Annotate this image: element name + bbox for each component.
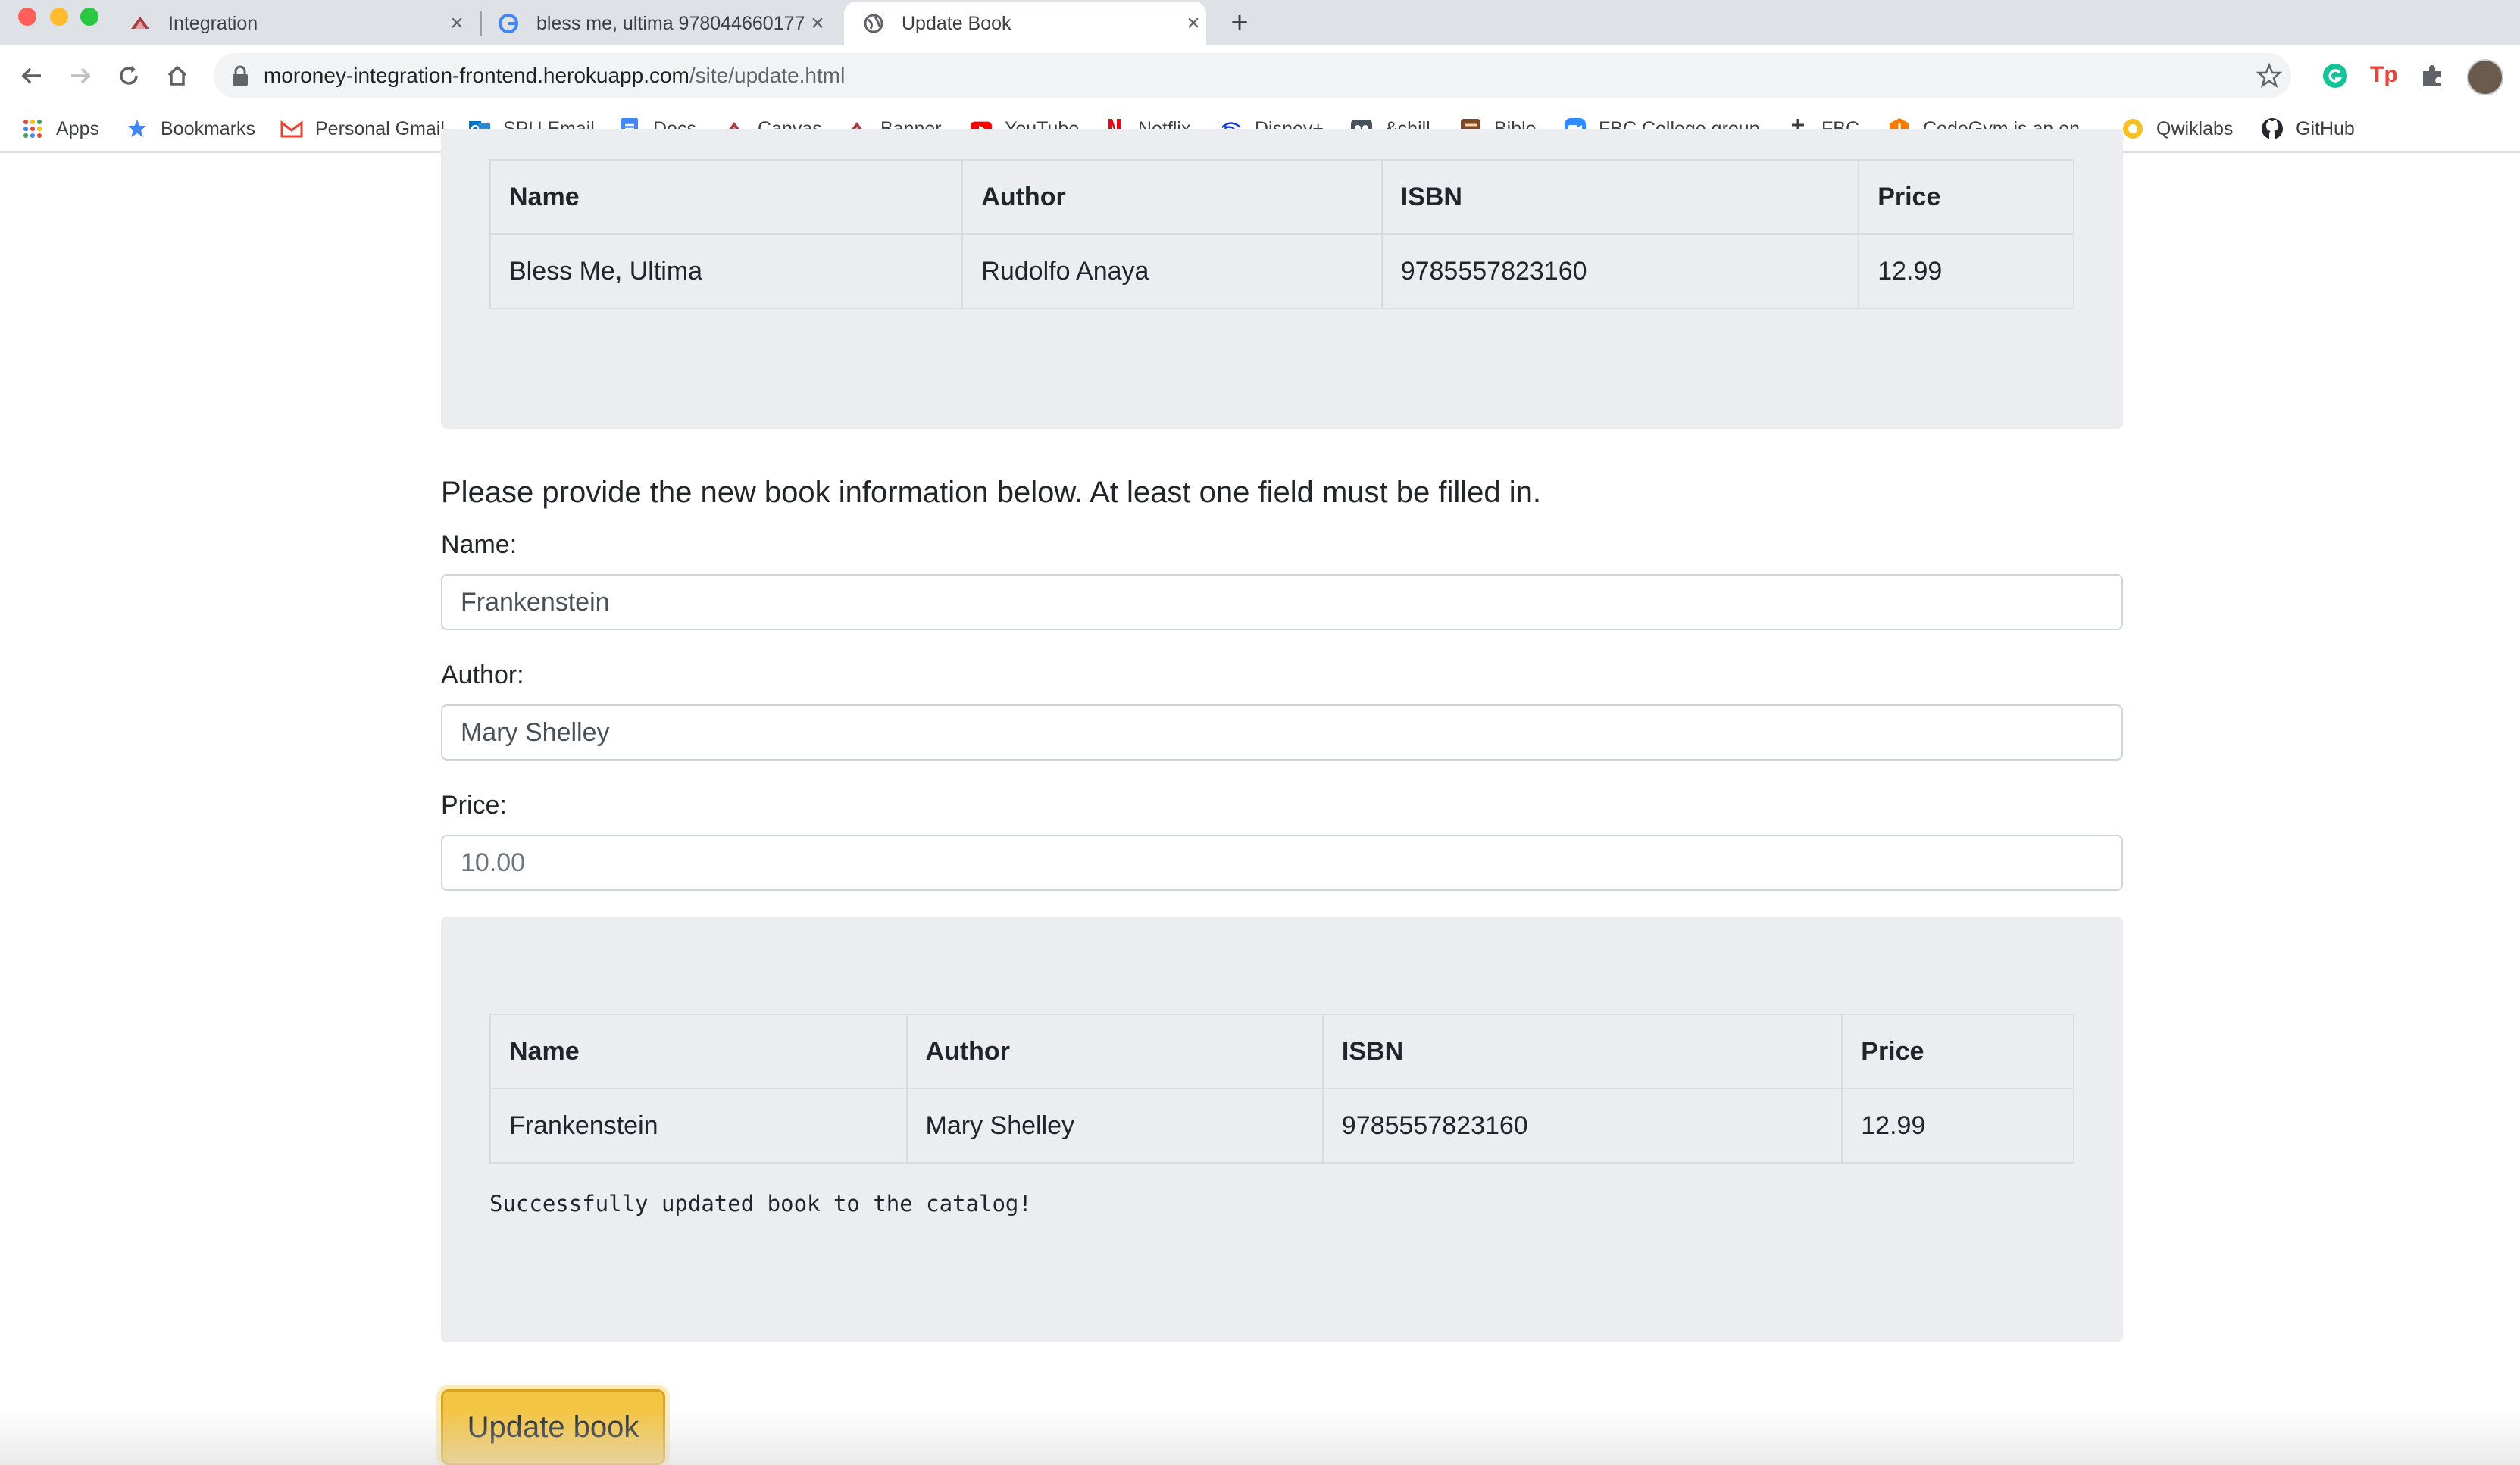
forward-arrow-icon[interactable]: [64, 59, 97, 92]
cell-isbn: 9785557823160: [1380, 233, 1860, 309]
address-bar[interactable]: moroney-integration-frontend.herokuapp.c…: [214, 53, 2291, 98]
column-header-author: Author: [961, 159, 1383, 235]
column-header-price: Price: [1841, 1014, 2074, 1089]
lock-icon[interactable]: [230, 64, 253, 87]
tab-title: Integration: [168, 12, 258, 34]
tab-divider: [480, 11, 482, 36]
github-icon: [2261, 117, 2284, 140]
column-header-name: Name: [489, 159, 964, 235]
bookmark-qwiklabs[interactable]: Qwiklabs: [2121, 106, 2233, 151]
new-tab-icon[interactable]: +: [1223, 6, 1256, 39]
maximize-window-button[interactable]: [80, 8, 98, 26]
form-heading: Please provide the new book information …: [441, 476, 1541, 509]
bookmark-label: Personal Gmail: [315, 117, 445, 139]
star-icon: [126, 117, 149, 140]
globe-icon: [862, 12, 885, 35]
cell-price: 12.99: [1858, 233, 2074, 309]
grammarly-extension-icon[interactable]: [2321, 62, 2349, 89]
tab-update-book[interactable]: Update Book ×: [844, 2, 1206, 45]
extensions-puzzle-icon[interactable]: [2418, 62, 2446, 89]
cell-name: Frankenstein: [489, 1088, 908, 1164]
cell-isbn: 9785557823160: [1321, 1088, 1843, 1164]
tp-extension-icon[interactable]: Tp: [2370, 62, 2400, 89]
cell-price: 12.99: [1841, 1088, 2074, 1164]
table-header-row: Name Author ISBN Price: [489, 1014, 2074, 1089]
back-arrow-icon[interactable]: [15, 59, 48, 92]
bottom-scroll-shadow: [0, 1409, 2520, 1465]
bookmark-label: Apps: [56, 117, 99, 139]
bookmark-label: GitHub: [2296, 117, 2355, 139]
bookmark-apps[interactable]: Apps: [21, 106, 99, 151]
bookmark-label: Qwiklabs: [2156, 117, 2234, 139]
minimize-window-button[interactable]: [50, 8, 68, 26]
bookmark-star-icon[interactable]: [2256, 62, 2283, 89]
cell-author: Rudolfo Anaya: [961, 233, 1383, 309]
apps-grid-icon: [21, 117, 44, 140]
tab-title: Update Book: [902, 12, 1011, 34]
google-icon: [497, 12, 520, 35]
qwiklabs-icon: [2121, 117, 2144, 140]
column-header-author: Author: [905, 1014, 1324, 1089]
reload-icon[interactable]: [112, 59, 145, 92]
close-tab-icon[interactable]: ×: [444, 11, 470, 36]
name-input[interactable]: Frankenstein: [441, 574, 2123, 630]
name-label: Name:: [441, 530, 517, 559]
column-header-price: Price: [1858, 159, 2074, 235]
result-message: Successfully updated book to the catalog…: [489, 1191, 1032, 1217]
author-label: Author:: [441, 661, 524, 689]
bookmark-bookmarks[interactable]: Bookmarks: [126, 106, 255, 151]
canvas-icon: [129, 12, 152, 35]
tab-strip: Integration × bless me, ultima 978044660…: [0, 0, 2520, 45]
close-tab-icon[interactable]: ×: [1180, 11, 1206, 36]
table-row: Bless Me, Ultima Rudolfo Anaya 978555782…: [489, 233, 2074, 309]
price-input[interactable]: 10.00: [441, 835, 2123, 891]
bookmark-label: Bookmarks: [161, 117, 256, 139]
url-text[interactable]: moroney-integration-frontend.herokuapp.c…: [264, 53, 845, 98]
table-row: Frankenstein Mary Shelley 9785557823160 …: [489, 1088, 2074, 1164]
close-tab-icon[interactable]: ×: [805, 11, 830, 36]
cell-author: Mary Shelley: [905, 1088, 1324, 1164]
author-input[interactable]: Mary Shelley: [441, 704, 2123, 761]
close-window-button[interactable]: [18, 8, 36, 26]
tab-google-search[interactable]: bless me, ultima 9780446601771 ×: [497, 2, 830, 45]
result-book-table: Name Author ISBN Price Frankenstein Mary…: [489, 1014, 2074, 1164]
tab-title: bless me, ultima 9780446601771: [536, 12, 805, 34]
table-header-row: Name Author ISBN Price: [489, 159, 2074, 235]
url-domain: moroney-integration-frontend.herokuapp.c…: [264, 64, 689, 87]
column-header-isbn: ISBN: [1321, 1014, 1843, 1089]
column-header-name: Name: [489, 1014, 908, 1089]
price-label: Price:: [441, 791, 507, 820]
tab-integration[interactable]: Integration ×: [129, 2, 470, 45]
gmail-icon: [280, 117, 303, 140]
url-path: /site/update.html: [689, 64, 846, 87]
current-book-table: Name Author ISBN Price Bless Me, Ultima …: [489, 159, 2074, 309]
home-icon[interactable]: [161, 59, 194, 92]
cell-name: Bless Me, Ultima: [489, 233, 964, 309]
column-header-isbn: ISBN: [1380, 159, 1860, 235]
bookmark-github[interactable]: GitHub: [2261, 106, 2355, 151]
bookmark-personal-gmail[interactable]: Personal Gmail: [280, 106, 445, 151]
profile-avatar[interactable]: [2467, 59, 2503, 95]
